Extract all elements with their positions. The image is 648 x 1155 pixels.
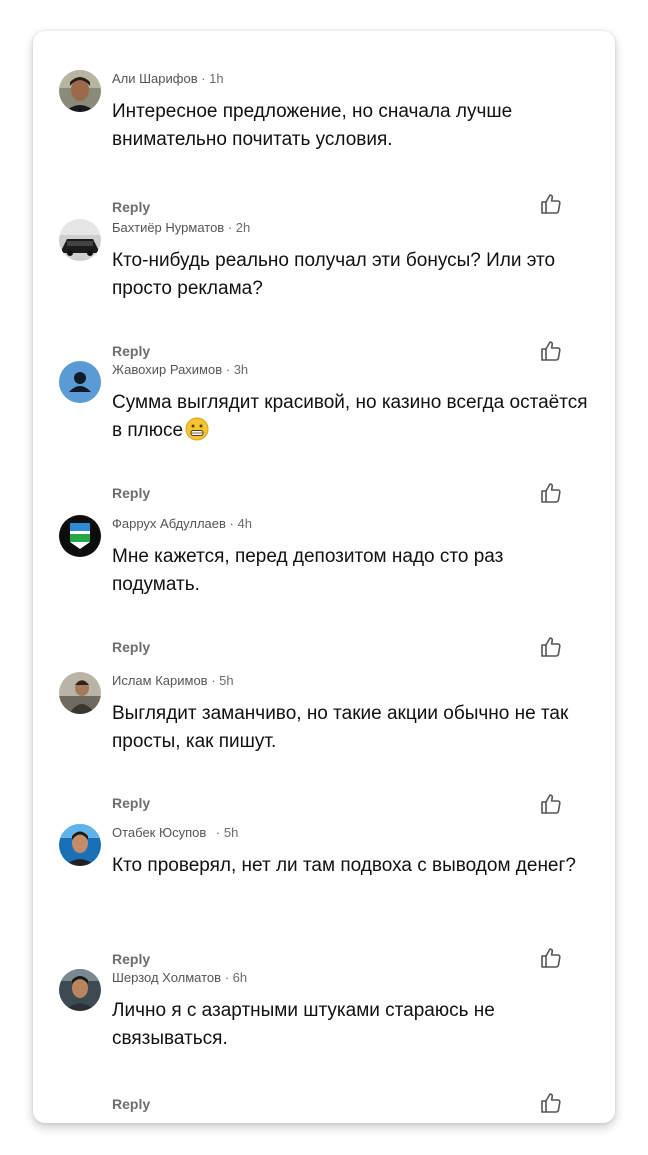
avatar[interactable]: [59, 969, 101, 1011]
comment-meta: Бахтиёр Нурматов · 2h: [112, 220, 250, 235]
comment-text: Кто-нибудь реально получал эти бонусы? И…: [112, 250, 556, 299]
comment-text: Лично я с азартными штуками стараюсь не …: [112, 1000, 495, 1049]
comment-author[interactable]: Отабек Юсупов: [112, 825, 206, 840]
comment-author[interactable]: Фаррух Абдуллаев: [112, 516, 226, 531]
comment-author[interactable]: Бахтиёр Нурматов: [112, 220, 224, 235]
comment-text: Сумма выглядит красивой, но казино всегд…: [112, 389, 592, 450]
comment-text-content: Сумма выглядит красивой, но казино всегд…: [112, 392, 588, 441]
thumbs-up-icon[interactable]: [539, 635, 563, 659]
avatar[interactable]: [59, 515, 101, 557]
comment-time: · 6h: [224, 970, 248, 985]
comment-time: · 4h: [229, 516, 252, 531]
avatar[interactable]: [59, 70, 101, 112]
thumbs-up-icon[interactable]: [539, 481, 563, 505]
comment-text: Мне кажется, перед депозитом надо сто ра…: [112, 546, 504, 595]
comment-text: Кто проверял, нет ли там подвоха с вывод…: [112, 855, 576, 876]
avatar[interactable]: [59, 824, 101, 866]
thumbs-up-icon[interactable]: [539, 792, 563, 816]
thumbs-up-icon[interactable]: [539, 339, 563, 363]
thumbs-up-icon[interactable]: [539, 1091, 563, 1115]
comment-time: · 3h: [225, 362, 249, 377]
comment-meta: Шерзод Холматов · 6h: [112, 970, 247, 985]
reply-button[interactable]: Reply: [112, 343, 150, 359]
reply-button[interactable]: Reply: [112, 639, 150, 655]
comment-author[interactable]: Али Шарифов: [112, 71, 198, 86]
comment-meta: Али Шарифов · 1h: [112, 71, 224, 86]
comment-author[interactable]: Ислам Каримов: [112, 673, 208, 688]
avatar[interactable]: [59, 219, 101, 261]
comment-author[interactable]: Шерзод Холматов: [112, 970, 221, 985]
comment-meta: Фаррух Абдуллаев · 4h: [112, 516, 252, 531]
thumbs-up-icon[interactable]: [539, 192, 563, 216]
comment-text: Выглядит заманчиво, но такие акции обычн…: [112, 703, 569, 752]
comment-text: Интересное предложение, но сначала лучше…: [112, 101, 513, 150]
reply-button[interactable]: Reply: [112, 951, 150, 967]
grimacing-face-icon: [185, 417, 209, 450]
avatar[interactable]: [59, 672, 101, 714]
thumbs-up-icon[interactable]: [539, 946, 563, 970]
comment-meta: Жавохир Рахимов · 3h: [112, 362, 248, 377]
reply-button[interactable]: Reply: [112, 1096, 150, 1112]
comment-time: · 5h: [211, 673, 234, 688]
reply-button[interactable]: Reply: [112, 795, 150, 811]
reply-button[interactable]: Reply: [112, 199, 150, 215]
comment-author[interactable]: Жавохир Рахимов: [112, 362, 222, 377]
comment-time: · 1h: [201, 71, 224, 86]
comments-card: Али Шарифов · 1h Интересное предложение,…: [33, 31, 615, 1123]
comment-meta: Ислам Каримов · 5h: [112, 673, 234, 688]
default-avatar[interactable]: [59, 361, 101, 403]
comment-time: · 2h: [227, 220, 251, 235]
reply-button[interactable]: Reply: [112, 485, 150, 501]
comment-time: · 5h: [215, 825, 239, 840]
comment-meta: Отабек Юсупов · 5h: [112, 825, 238, 840]
